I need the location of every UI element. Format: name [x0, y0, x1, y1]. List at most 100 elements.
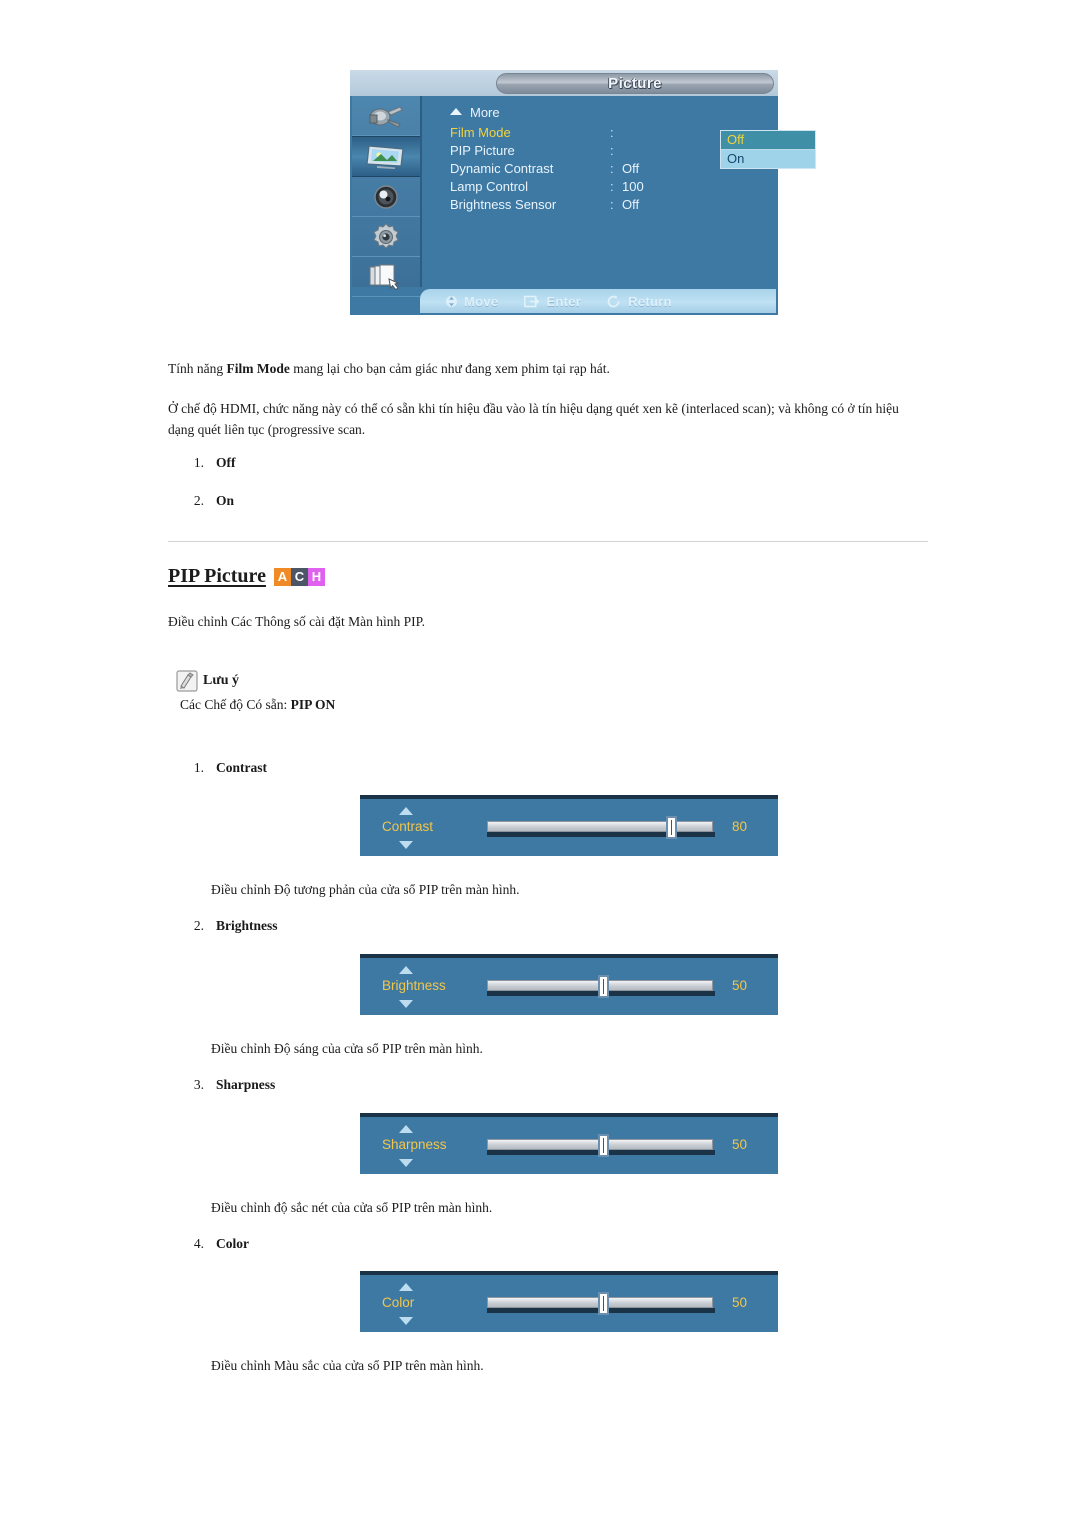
enter-icon [524, 295, 540, 308]
note-text: Các Chế độ Có sẵn: PIP ON [180, 697, 335, 713]
osd-row-value: 100 [622, 179, 644, 194]
arrow-up-icon[interactable] [399, 966, 413, 974]
caret-up-icon [450, 108, 462, 115]
slider-value: 50 [732, 1137, 748, 1152]
osd-picture-menu: Picture More Film Mode: PIP Picture: D… [350, 70, 816, 315]
list-label: On [216, 493, 235, 508]
osd-row-colon: : [610, 179, 614, 194]
page-title: PIP Picture A C H [168, 565, 325, 588]
status-badge-a: A [273, 567, 291, 586]
osd-row-label: Brightness Sensor [450, 197, 557, 212]
slider-label: Color [382, 1295, 415, 1310]
arrow-down-icon[interactable] [399, 1000, 413, 1008]
dropdown-option-off[interactable]: Off [721, 131, 815, 150]
badge-group: A C H [273, 567, 325, 586]
para1-pre: Tính năng [168, 361, 227, 376]
osd-row-brightness-sensor[interactable]: Brightness Sensor: Off [450, 196, 772, 214]
osd-sidebar [352, 96, 422, 297]
slider-track-shadow [487, 832, 715, 837]
dropdown-option-on[interactable]: On [721, 150, 815, 168]
list-number: 4. [193, 1236, 204, 1251]
sidebar-item-input-source[interactable] [352, 96, 420, 136]
footer-move-label: Move [464, 293, 499, 309]
list-number: 1. [193, 455, 204, 470]
paragraph-pip-intro: Điều chỉnh Các Thông số cài đặt Màn hình… [168, 611, 928, 632]
osd-row-label: PIP Picture [450, 143, 515, 158]
slider-label: Brightness [382, 978, 446, 993]
note-pencil-icon [176, 670, 198, 692]
status-badge-c: C [290, 567, 308, 586]
slider-contrast[interactable]: Contrast 80 [360, 795, 778, 856]
osd-row-label: Dynamic Contrast [450, 161, 554, 176]
osd-more-label: More [470, 105, 500, 120]
arrow-down-icon[interactable] [399, 1317, 413, 1325]
status-badge-h: H [307, 567, 325, 586]
sidebar-item-sound[interactable] [352, 177, 420, 217]
list-number: 2. [193, 493, 204, 508]
osd-row-colon: : [610, 161, 614, 176]
para2-text: Ở chế độ HDMI, chức năng này có thể có s… [168, 401, 899, 437]
osd-row-colon: : [610, 125, 614, 140]
slider-brightness[interactable]: Brightness 50 [360, 954, 778, 1015]
sound-icon [374, 184, 398, 209]
film-mode-dropdown[interactable]: Off On [720, 130, 816, 169]
arrow-down-icon[interactable] [399, 1159, 413, 1167]
sidebar-item-setup[interactable] [352, 217, 420, 257]
caption-contrast: Điều chỉnh Độ tương phản của cửa sổ PIP … [211, 879, 911, 900]
footer-return-label: Return [628, 293, 672, 309]
slider-handle[interactable] [598, 1292, 609, 1315]
list-number: 1. [193, 760, 204, 775]
slider-color[interactable]: Color 50 [360, 1271, 778, 1332]
note-text-bold: PIP ON [290, 697, 336, 712]
footer-enter-label: Enter [546, 293, 582, 309]
slider-sharpness[interactable]: Sharpness 50 [360, 1113, 778, 1174]
list-label: Off [216, 455, 236, 470]
osd-row-colon: : [610, 143, 614, 158]
caption-brightness: Điều chỉnh Độ sáng của cửa sổ PIP trên m… [211, 1038, 911, 1059]
osd-row-value: Off [622, 197, 640, 212]
osd-row-lamp-control[interactable]: Lamp Control:100 [450, 178, 772, 196]
sidebar-item-multi-control[interactable] [352, 257, 420, 297]
slider-value: 50 [732, 1295, 748, 1310]
osd-title: Picture [608, 75, 662, 92]
osd-row-value: Off [622, 161, 640, 176]
slider-track[interactable] [487, 821, 713, 832]
footer-move[interactable]: Move [446, 294, 498, 309]
return-icon [607, 295, 621, 308]
paragraph-hdmi-note: Ở chế độ HDMI, chức năng này có thể có s… [168, 398, 928, 440]
arrow-down-icon[interactable] [399, 841, 413, 849]
footer-enter[interactable]: Enter [524, 294, 581, 309]
slider-handle[interactable] [598, 975, 609, 998]
paragraph-film-mode-intro: Tính năng Film Mode mang lại cho bạn cảm… [168, 358, 928, 379]
osd-row-label: Lamp Control [450, 179, 529, 194]
osd-more-row[interactable]: More [450, 104, 772, 124]
note-title: Lưu ý [203, 673, 240, 688]
list-label: Sharpness [216, 1077, 276, 1092]
input-source-icon [369, 105, 403, 128]
sidebar-item-picture[interactable] [352, 136, 420, 177]
osd-footer-bar: Move Enter Return [420, 289, 776, 313]
caption-text: Điều chỉnh Màu sắc của cửa sổ PIP trên m… [211, 1358, 484, 1373]
footer-return[interactable]: Return [607, 294, 672, 309]
note-text-pre: Các Chế độ Có sẵn: [180, 697, 291, 712]
caption-text: Điều chỉnh Độ sáng của cửa sổ PIP trên m… [211, 1041, 483, 1056]
para1-bold: Film Mode [226, 361, 290, 376]
note-header: Lưu ý [176, 670, 335, 692]
osd-row-colon: : [610, 197, 614, 212]
section-heading-text: PIP Picture [168, 565, 266, 587]
slider-value: 50 [732, 978, 748, 993]
multi-control-icon [369, 264, 400, 290]
osd-row-label: Film Mode [450, 125, 511, 140]
caption-sharpness: Điều chỉnh độ sắc nét của cửa sổ PIP trê… [211, 1197, 911, 1218]
arrow-up-icon[interactable] [399, 807, 413, 815]
list-label: Color [216, 1236, 249, 1251]
arrow-up-icon[interactable] [399, 1283, 413, 1291]
osd-settings-list: More Film Mode: PIP Picture: Dynamic Con… [450, 104, 816, 214]
arrow-up-icon[interactable] [399, 1125, 413, 1133]
slider-handle[interactable] [598, 1134, 609, 1157]
caption-text: Điều chỉnh độ sắc nét của cửa sổ PIP trê… [211, 1200, 493, 1215]
section-divider [168, 541, 928, 542]
para1-post: mang lại cho bạn cảm giác như đang xem p… [289, 361, 610, 376]
slider-handle[interactable] [666, 816, 677, 839]
updown-arrow-icon [446, 294, 457, 309]
